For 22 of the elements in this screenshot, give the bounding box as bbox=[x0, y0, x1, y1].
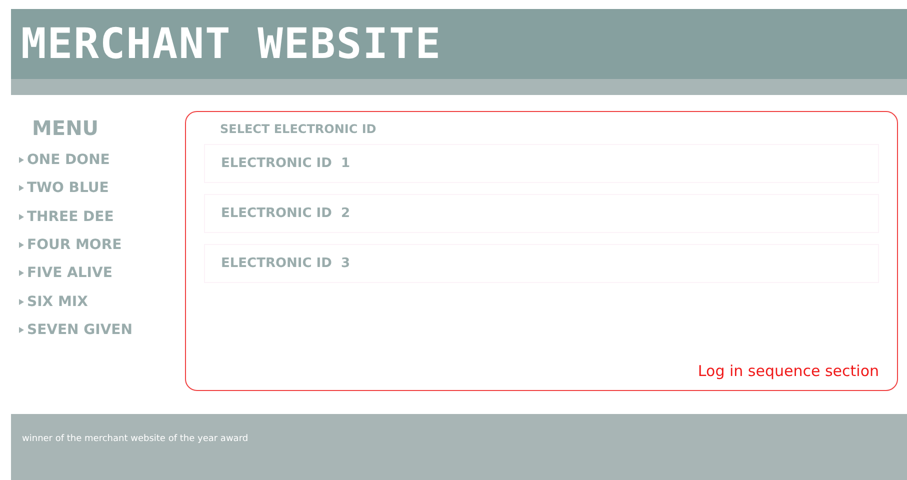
bullet-icon bbox=[19, 326, 24, 333]
menu-link[interactable]: ONE DONE bbox=[27, 152, 110, 168]
bullet-icon bbox=[19, 214, 24, 220]
option-button[interactable]: ELECTRONIC ID 2 bbox=[204, 194, 879, 233]
bullet-icon bbox=[19, 270, 24, 276]
menu-link[interactable]: SEVEN GIVEN bbox=[27, 322, 132, 338]
section-caption: Log in sequence section bbox=[698, 362, 879, 380]
menu-link[interactable]: FIVE ALIVE bbox=[27, 265, 112, 282]
footer-text: winner of the merchant website of the year award bbox=[22, 434, 248, 444]
bullet-icon bbox=[19, 185, 24, 192]
site-title: MERCHANT WEBSITE bbox=[21, 23, 442, 65]
menu-link[interactable]: TWO BLUE bbox=[27, 180, 109, 196]
option-button[interactable]: ELECTRONIC ID 1 bbox=[204, 144, 879, 183]
bullet-icon bbox=[19, 242, 24, 248]
menu-title: MENU bbox=[32, 116, 100, 140]
bullet-icon bbox=[19, 157, 24, 164]
bullet-icon bbox=[19, 298, 24, 305]
menu-link[interactable]: THREE DEE bbox=[27, 208, 114, 225]
option-button[interactable]: ELECTRONIC ID 3 bbox=[204, 244, 879, 283]
section-heading: SELECT ELECTRONIC ID bbox=[220, 122, 378, 136]
menu-link[interactable]: FOUR MORE bbox=[27, 237, 122, 254]
menu-link[interactable]: SIX MIX bbox=[27, 294, 88, 310]
